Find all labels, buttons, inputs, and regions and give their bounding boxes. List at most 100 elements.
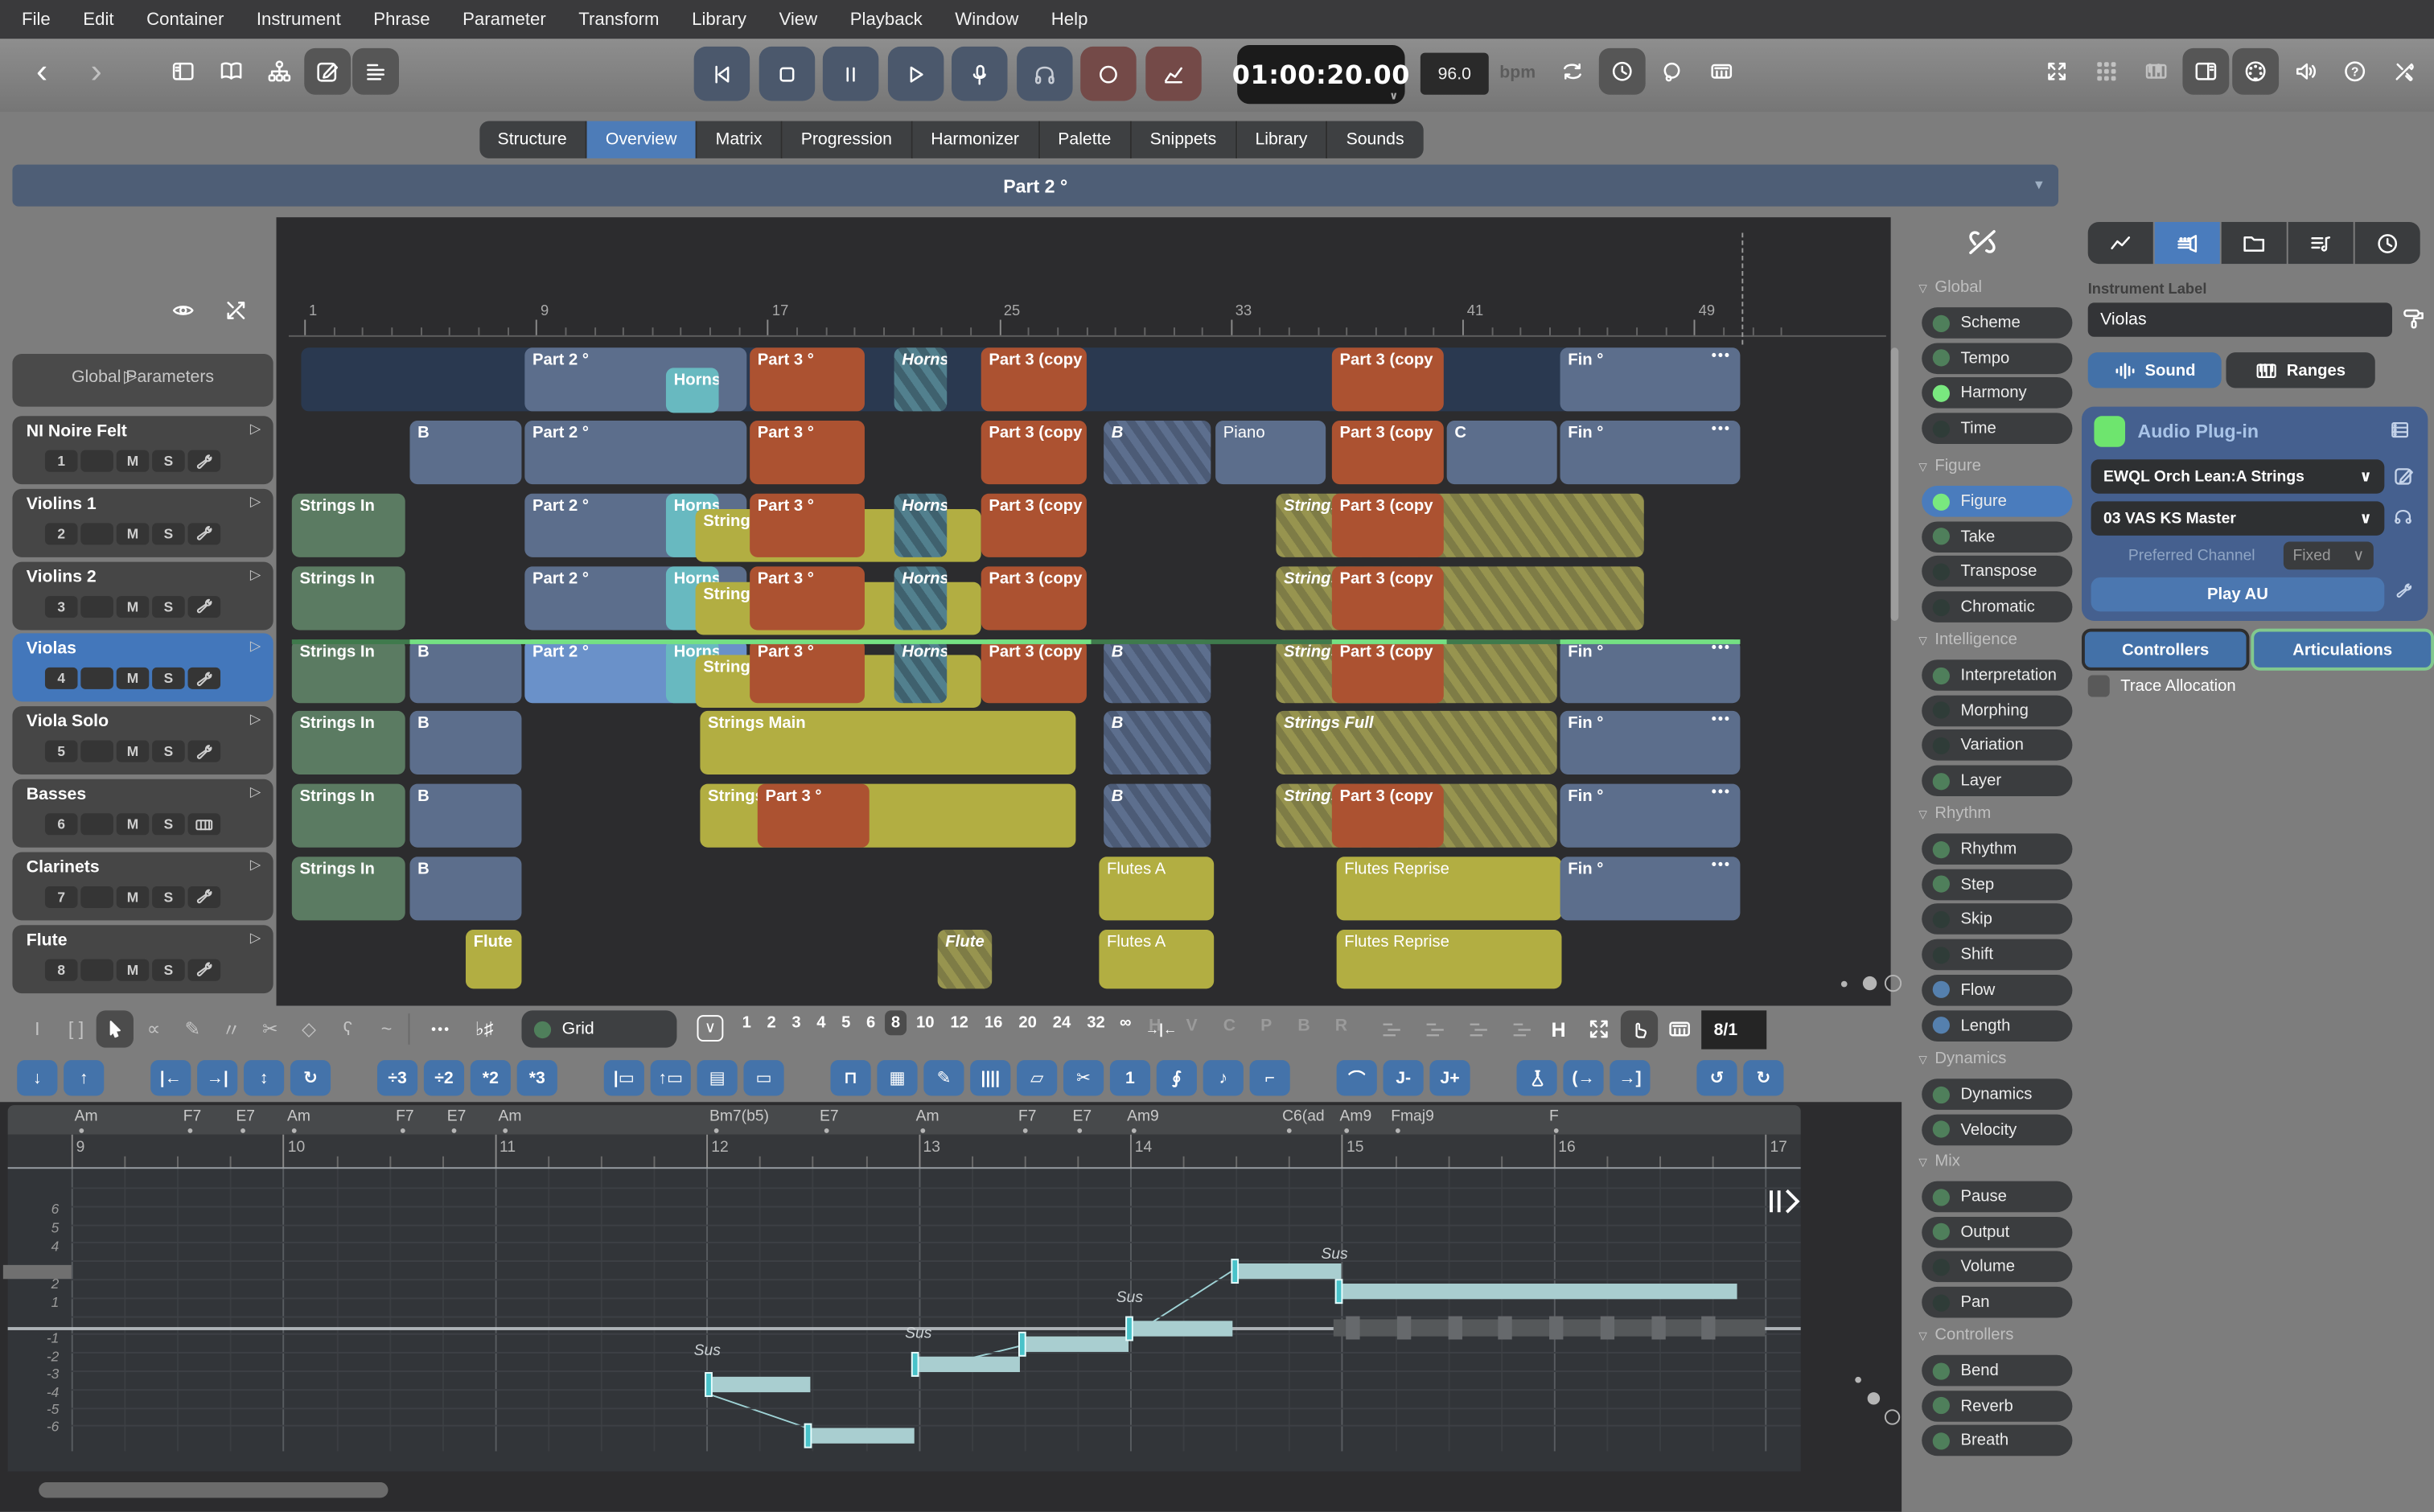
track-solo-button[interactable]: S — [152, 958, 185, 980]
menu-view[interactable]: View — [779, 10, 817, 29]
param-breath[interactable]: Breath — [1922, 1425, 2073, 1457]
ibeam-tool-icon[interactable]: I — [19, 1010, 56, 1047]
chord-e7[interactable]: E7 — [236, 1108, 255, 1125]
track-solo-button[interactable]: S — [152, 885, 185, 908]
hand-tool-icon[interactable] — [1620, 1010, 1659, 1048]
param-dynamics[interactable]: Dynamics — [1922, 1079, 2073, 1110]
collapse-icon[interactable]: ▽ — [1918, 1055, 1926, 1066]
param-bend[interactable]: Bend — [1922, 1354, 2073, 1387]
audition-tool-icon[interactable]: ʕ — [329, 1010, 366, 1047]
track-basses[interactable]: Basses ▷ 6 M S — [12, 779, 273, 848]
tab-structure[interactable]: Structure — [479, 121, 587, 158]
tab-sounds[interactable]: Sounds — [1327, 121, 1423, 158]
param-reverb[interactable]: Reverb — [1922, 1390, 2073, 1422]
section-mix[interactable]: ▽ Mix — [1918, 1152, 1960, 1170]
region-part-3-[interactable]: Part 3 ° — [757, 783, 870, 848]
list-flat-icon[interactable] — [1372, 1010, 1409, 1047]
param-shift[interactable]: Shift — [1922, 939, 2073, 971]
phrase-dots-icon[interactable]: ••• — [422, 1010, 459, 1047]
global-parameters-row[interactable]: Global Parameters ▷ — [12, 354, 273, 407]
tab-progression[interactable]: Progression — [782, 121, 913, 158]
region-c[interactable]: C — [1446, 421, 1557, 485]
keyboard-icon[interactable] — [1661, 1010, 1698, 1047]
unify-button[interactable]: 1 — [1109, 1060, 1151, 1096]
track-mute-button[interactable]: M — [116, 813, 150, 836]
figure-note[interactable] — [706, 1376, 811, 1393]
track-solo-button[interactable]: S — [152, 522, 185, 545]
track-violas[interactable]: Violas ▷ 4 M S — [12, 634, 273, 703]
edit-plugin-icon[interactable] — [2392, 464, 2415, 495]
param-skip[interactable]: Skip — [1922, 903, 2073, 935]
automation-icon[interactable] — [1145, 46, 1201, 101]
region-part-3-[interactable]: Part 3 ° — [750, 421, 865, 485]
region-flutes-a[interactable]: Flutes A — [1099, 930, 1215, 989]
menu-window[interactable]: Window — [955, 10, 1018, 29]
clock-icon[interactable] — [1598, 47, 1646, 95]
division-3[interactable]: 3 — [786, 1013, 808, 1032]
param-harmony[interactable]: Harmony — [1922, 377, 2073, 409]
fullscreen-icon[interactable] — [2033, 48, 2080, 95]
track-tool-box[interactable] — [187, 813, 221, 836]
track-tool-box[interactable] — [187, 885, 221, 908]
note-start-handle[interactable] — [804, 1423, 812, 1448]
menu-instrument[interactable]: Instrument — [257, 10, 341, 29]
list-indent-icon[interactable] — [1416, 1010, 1453, 1047]
region-horns[interactable]: Horns — [894, 566, 948, 631]
region-b[interactable]: B — [1104, 421, 1211, 485]
tab-palette[interactable]: Palette — [1039, 121, 1132, 158]
division-24[interactable]: 24 — [1046, 1013, 1078, 1032]
division-1[interactable]: 1 — [736, 1013, 758, 1032]
param-transpose[interactable]: Transpose — [1922, 556, 2073, 588]
track-flute[interactable]: Flute ▷ 8 M S — [12, 924, 273, 993]
region-flutes-reprise[interactable]: Flutes Reprise — [1336, 930, 1562, 989]
expand-tracks-icon[interactable] — [224, 298, 249, 331]
steps-button[interactable]: ▱ — [1017, 1060, 1058, 1096]
sidebar-toggle-icon[interactable] — [160, 48, 207, 95]
param-variation[interactable]: Variation — [1922, 729, 2073, 762]
multiply-3-button[interactable]: *3 — [516, 1060, 557, 1096]
unlink-icon[interactable] — [1965, 225, 1999, 267]
collapse-icon[interactable]: ▽ — [1918, 1332, 1926, 1343]
division-6[interactable]: 6 — [860, 1013, 882, 1032]
region-menu-icon[interactable]: ••• — [1712, 711, 1731, 726]
param-take[interactable]: Take — [1922, 520, 2073, 553]
region-piano[interactable]: Piano — [1215, 421, 1326, 485]
chord-f7[interactable]: F7 — [183, 1108, 202, 1125]
track-solo-button[interactable]: S — [152, 450, 185, 472]
collapse-icon[interactable]: ▽ — [1918, 462, 1926, 474]
param-layer[interactable]: Layer — [1922, 765, 2073, 797]
region-fin-[interactable]: Fin ° ••• — [1560, 857, 1741, 921]
ruler-button[interactable]: ▭ — [743, 1060, 784, 1096]
flag-h[interactable]: H — [1149, 1017, 1161, 1035]
trace-allocation-checkbox[interactable] — [2087, 675, 2110, 697]
track-ni-noire-felt[interactable]: NI Noire Felt ▷ 1 M S — [12, 416, 273, 485]
chord-f7[interactable]: F7 — [1018, 1108, 1037, 1125]
region-strings[interactable]: Strings — [700, 783, 1076, 848]
division-5[interactable]: 5 — [835, 1013, 857, 1032]
page-indicator-dot[interactable] — [1861, 975, 1877, 990]
figure-note[interactable] — [805, 1428, 915, 1444]
scale-drag-handle[interactable] — [2, 1264, 72, 1280]
chord-c6ad[interactable]: C6(ad — [1282, 1108, 1325, 1125]
plugin-wrench-icon[interactable] — [2394, 581, 2414, 609]
flag-r[interactable]: R — [1335, 1017, 1347, 1035]
disclosure-icon[interactable]: ▷ — [250, 493, 261, 510]
trim-button[interactable]: ⊓ — [830, 1060, 871, 1096]
punch-icon[interactable] — [1649, 48, 1696, 95]
chord-f7[interactable]: F7 — [396, 1108, 414, 1125]
region-menu-icon[interactable]: ••• — [1712, 347, 1731, 363]
param-volume[interactable]: Volume — [1922, 1251, 2073, 1283]
chord-e7[interactable]: E7 — [820, 1108, 839, 1125]
track-tool-box[interactable] — [187, 522, 221, 545]
lines-button[interactable]: |||| — [970, 1060, 1011, 1096]
stretch-icon[interactable] — [1581, 1010, 1618, 1047]
speaker-icon[interactable] — [2282, 48, 2329, 95]
curve-tool-icon[interactable]: ~ — [368, 1010, 405, 1047]
track-violins-2[interactable]: Violins 2 ▷ 3 M S — [12, 561, 273, 630]
record-arm-icon[interactable] — [952, 46, 1008, 101]
param-step[interactable]: Step — [1922, 869, 2073, 900]
controllers-tab-button[interactable]: Controllers — [2081, 628, 2250, 671]
track-clarinets[interactable]: Clarinets ▷ 7 M S — [12, 852, 273, 921]
meter-display[interactable]: 8/1 — [1701, 1010, 1767, 1050]
tab-snippets[interactable]: Snippets — [1131, 121, 1237, 158]
